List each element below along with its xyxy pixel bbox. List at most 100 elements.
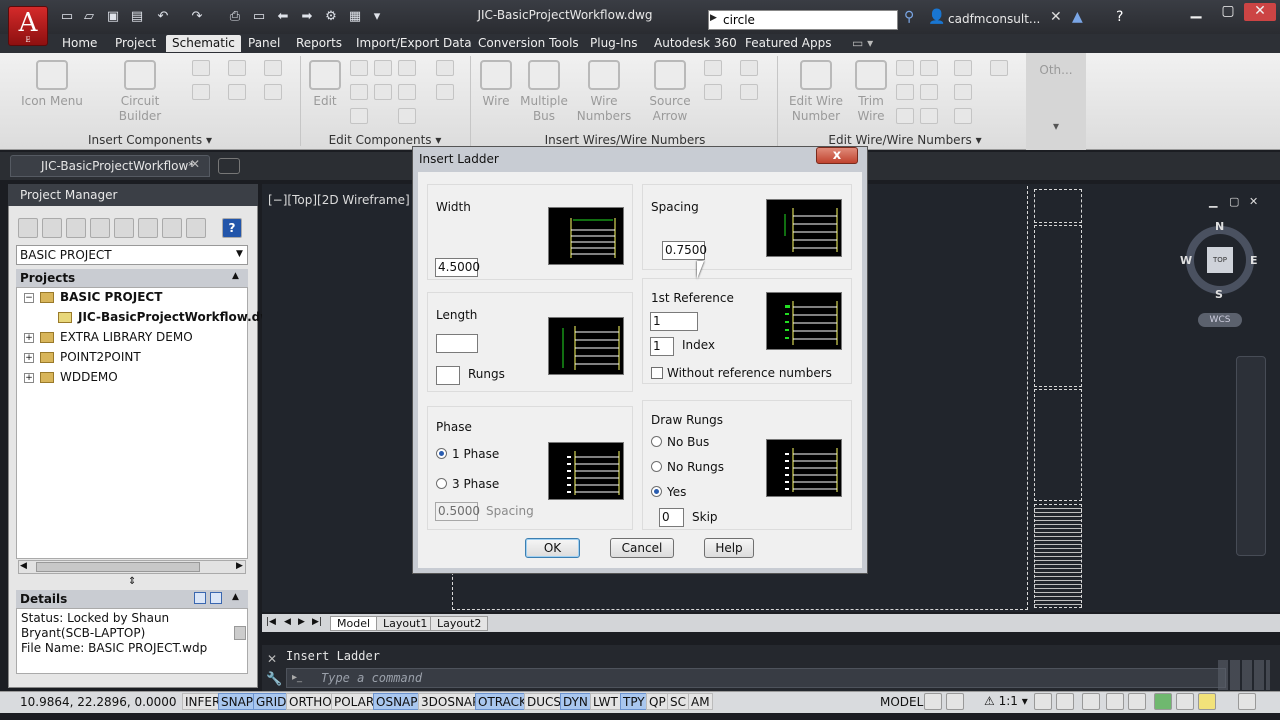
tab-model[interactable]: Model [330,616,378,631]
close-window-icon[interactable]: ✕ [1244,3,1276,21]
length-input[interactable] [436,334,478,353]
auto-scale-icon[interactable] [1056,693,1074,710]
help-button[interactable]: Help [704,538,754,558]
expand-icon[interactable]: + [24,352,34,363]
lightbulb-icon[interactable] [1198,693,1216,710]
help-icon[interactable]: ? [222,218,242,238]
collapse-icon[interactable]: − [24,292,34,303]
lock-icon[interactable] [1106,693,1124,710]
source-arrow-button[interactable]: Source Arrow [640,58,700,124]
collapse-icon[interactable]: ▲ [232,592,239,602]
toggle-3dosnap[interactable]: 3DOSNAP [418,693,483,710]
insert-component-tool-icon[interactable] [264,60,282,76]
toggle-dyn[interactable]: DYN [560,693,591,710]
undo-icon[interactable]: ↶ [154,9,172,25]
workspace-icon[interactable]: ▦ [346,9,364,25]
wire-numbers-button[interactable]: Wire Numbers [572,58,636,124]
no-bus-radio[interactable] [651,436,662,447]
without-reference-checkbox[interactable] [651,367,663,379]
first-layout-icon[interactable]: |◀ [266,617,276,627]
splitter-handle-icon[interactable]: ⇕ [128,576,136,587]
edit-wire-tool-icon[interactable] [990,60,1008,76]
edit-component-tool-icon[interactable] [436,60,454,76]
phase-spacing-input[interactable]: 0.5000 [435,502,480,521]
quick-view-drawings-icon[interactable] [946,693,964,710]
tab-conversion-tools[interactable]: Conversion Tools [472,35,585,52]
binoculars-icon[interactable]: ⚲ [904,9,914,25]
insert-components-panel-label[interactable]: Insert Components ▾ [60,133,240,149]
toggle-snap[interactable]: SNAP [218,693,257,710]
collapse-icon[interactable]: ▲ [232,271,239,281]
expand-icon[interactable]: + [24,332,34,343]
plot-icon[interactable]: ⎙ [226,9,244,25]
yes-radio[interactable] [651,486,662,497]
other-panel[interactable]: Oth... ▾ [1026,53,1086,150]
navigation-bar[interactable] [1236,356,1266,556]
file-tab[interactable]: JIC-BasicProjectWorkflow* [10,155,210,177]
toggle-ducs[interactable]: DUCS [524,693,565,710]
folder-icon[interactable]: ▭ [250,9,268,25]
edit-wire-tool-icon[interactable] [896,60,914,76]
search-input[interactable]: circle [708,10,898,30]
tree-item-wddemo[interactable]: + WDDEMO [24,367,118,387]
ok-button[interactable]: OK [525,538,580,558]
command-input[interactable]: Type a command [286,668,1226,688]
edit-component-tool-icon[interactable] [374,84,392,100]
publish-icon[interactable] [186,218,206,238]
viewport-controls-label[interactable]: [−][Top][2D Wireframe] [268,193,410,207]
tree-item-basic-project[interactable]: − BASIC PROJECT [24,287,162,307]
details-scrollbar-thumb[interactable] [234,626,246,640]
viewport-restore-icon[interactable]: ▢ [1229,195,1239,208]
quick-view-layouts-icon[interactable] [924,693,942,710]
scroll-right-icon[interactable]: ▶ [236,561,243,571]
file-tab-close-icon[interactable]: ✕ [190,157,200,171]
project-properties-icon[interactable] [114,218,134,238]
index-input[interactable]: 1 [650,337,674,356]
project-settings-icon[interactable] [162,218,182,238]
wire-tool-icon[interactable] [704,60,722,76]
previous-layout-icon[interactable]: ◀ [284,617,291,627]
insert-component-tool-icon[interactable] [264,84,282,100]
toggle-ortho[interactable]: ORTHO [286,693,335,710]
tab-panel[interactable]: Panel [242,35,286,52]
edit-wire-tool-icon[interactable] [954,108,972,124]
tab-reports[interactable]: Reports [290,35,348,52]
preview-view-icon[interactable] [210,592,222,604]
toggle-otrack[interactable]: OTRACK [475,693,530,710]
edit-component-tool-icon[interactable] [350,108,368,124]
edit-wire-tool-icon[interactable] [920,108,938,124]
viewport-close-icon[interactable]: ✕ [1249,195,1258,208]
details-view-icon[interactable] [194,592,206,604]
edit-wire-tool-icon[interactable] [896,108,914,124]
cancel-button[interactable]: Cancel [610,538,674,558]
minimize-icon[interactable]: ▁ [1180,3,1212,21]
multiple-bus-button[interactable]: Multiple Bus [514,58,574,124]
three-phase-radio[interactable] [436,478,447,489]
tab-import-export[interactable]: Import/Export Data [350,35,478,52]
tab-layout1[interactable]: Layout1 [376,616,435,631]
help-icon[interactable]: ? [1116,9,1123,25]
edit-component-tool-icon[interactable] [398,60,416,76]
new-drawing-icon[interactable] [66,218,86,238]
compass-east[interactable]: E [1250,254,1258,267]
search-expand-icon[interactable]: ▶ [710,13,717,23]
redo-icon[interactable]: ↷ [188,9,206,25]
isolate-objects-icon[interactable] [1154,693,1172,710]
toggle-qp[interactable]: QP [646,693,669,710]
save-icon[interactable]: ▣ [104,9,122,25]
open-project-icon[interactable] [18,218,38,238]
insert-component-tool-icon[interactable] [192,84,210,100]
workspace-switching-icon[interactable] [1082,693,1100,710]
user-name[interactable]: cadfmconsult... [948,12,1040,26]
edit-wire-number-button[interactable]: Edit Wire Number [782,58,850,124]
new-icon[interactable]: ▭ [58,9,76,25]
icon-menu-button[interactable]: Icon Menu [12,58,92,109]
project-wide-update-icon[interactable] [138,218,158,238]
tab-home[interactable]: Home [56,35,103,52]
command-prompt-icon[interactable]: ▸_ [292,672,302,683]
compass-south[interactable]: S [1215,288,1223,301]
project-tools-icon[interactable]: ⚙ [322,9,340,25]
project-select[interactable]: BASIC PROJECT [16,245,248,265]
tab-schematic[interactable]: Schematic [166,35,241,52]
toggle-tpy[interactable]: TPY [620,693,648,710]
